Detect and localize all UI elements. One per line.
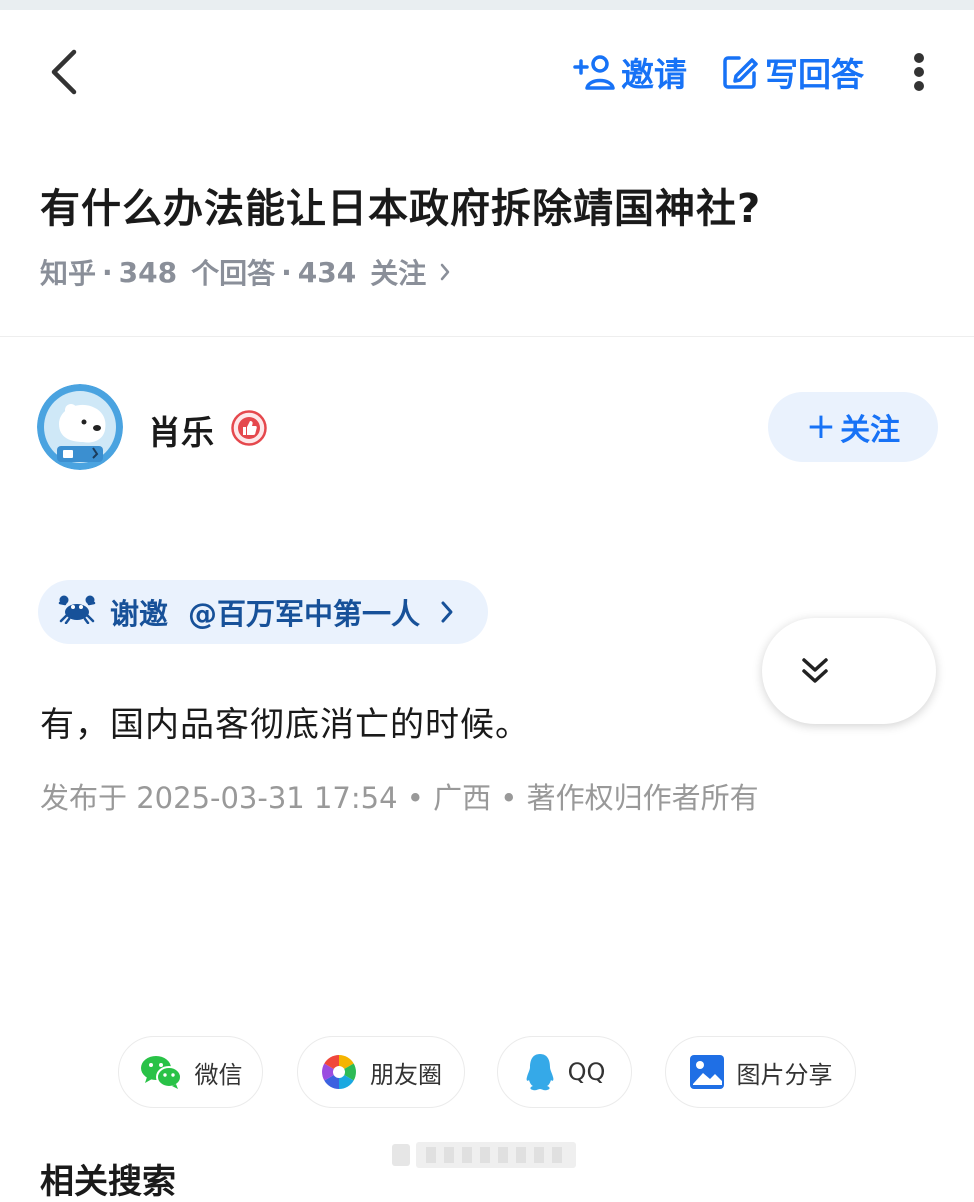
share-label: 朋友圈 [370,1060,442,1089]
edit-icon [723,56,758,89]
author-name[interactable]: 肖乐 [148,406,214,454]
answer-count: 348 [118,255,178,289]
image-share-icon [689,1054,725,1090]
answer-count-suffix: 个回答 [191,257,276,290]
watermark-logo [392,1142,576,1168]
invite-button[interactable]: 邀请 [573,48,687,96]
chevron-right-icon [440,600,454,624]
double-chevron-down-icon [802,658,828,683]
share-label: QQ [567,1058,606,1086]
invite-label: 邀请 [621,55,687,94]
chevron-left-icon [51,49,77,95]
meta-separator: · [102,255,113,289]
follower-count: 434 [297,255,357,289]
share-wechat-button[interactable]: 微信 [118,1036,263,1108]
crab-icon [58,594,96,631]
wechat-icon [139,1054,183,1090]
share-qq-button[interactable]: QQ [497,1036,632,1108]
share-moments-button[interactable]: 朋友圈 [297,1036,465,1108]
more-options-button[interactable] [904,48,934,96]
question-source: 知乎 [40,257,97,290]
related-search-title: 相关搜索 [40,1162,176,1202]
section-divider [0,336,974,337]
moments-icon [320,1053,358,1091]
invite-mention: @百万军中第一人 [188,597,421,631]
share-label: 图片分享 [736,1060,833,1089]
follow-label: 关注 [840,413,901,448]
answer-meta: 发布于 2025-03-31 17:54 • 广西 • 著作权归作者所有 [40,781,759,815]
more-vertical-icon [914,53,924,91]
share-image-button[interactable]: 图片分享 [665,1036,856,1108]
question-meta[interactable]: 知乎 · 348 个回答 · 434 关注 [40,252,452,292]
invite-chip[interactable]: 谢邀 @百万军中第一人 [38,580,488,644]
author-avatar[interactable] [37,384,123,470]
answer-content: 有，国内品客彻底消亡的时候。 [40,705,530,745]
write-answer-button[interactable]: 写回答 [721,48,864,96]
header-actions: 邀请 写回答 [573,48,934,96]
status-bar-strip [0,0,974,10]
qq-icon [524,1052,556,1092]
follower-count-suffix: 关注 [370,257,427,290]
thumbs-up-badge-icon [231,410,267,446]
invite-thanks-label: 谢邀 [110,597,169,631]
collapse-button[interactable] [762,618,936,724]
chevron-right-icon [438,261,452,283]
add-user-icon [573,55,615,90]
back-button[interactable] [40,44,88,100]
plus-icon: + [805,406,837,447]
share-label: 微信 [194,1060,243,1089]
meta-separator: · [281,255,292,289]
question-title[interactable]: 有什么办法能让日本政府拆除靖国神社? [40,176,761,234]
write-answer-label: 写回答 [765,55,864,94]
follow-button[interactable]: + 关注 [768,392,938,462]
